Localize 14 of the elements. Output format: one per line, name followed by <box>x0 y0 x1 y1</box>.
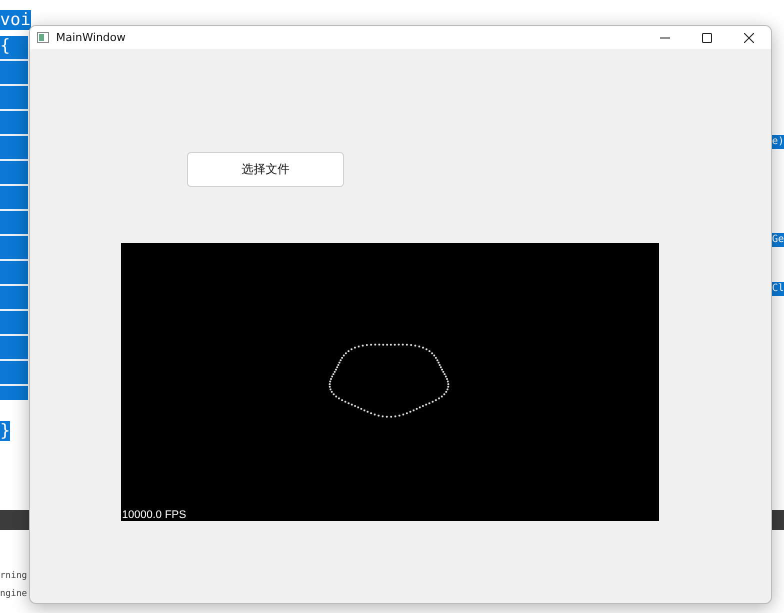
code-text: Ge <box>772 233 784 247</box>
maximize-icon[interactable] <box>702 32 712 42</box>
code-text: voi <box>0 10 31 30</box>
window-title: MainWindow <box>56 31 126 44</box>
code-text: Cl <box>772 282 784 296</box>
fps-label: 10000.0 FPS <box>122 509 186 521</box>
code-text: { <box>0 36 10 56</box>
code-text: e) <box>772 135 784 149</box>
close-icon[interactable] <box>744 32 754 42</box>
window-icon <box>37 32 49 43</box>
code-text: } <box>0 421 10 441</box>
select-file-button[interactable]: 选择文件 <box>187 152 344 187</box>
code-text: ngine <box>0 588 28 601</box>
code-text: rning <box>0 570 28 583</box>
